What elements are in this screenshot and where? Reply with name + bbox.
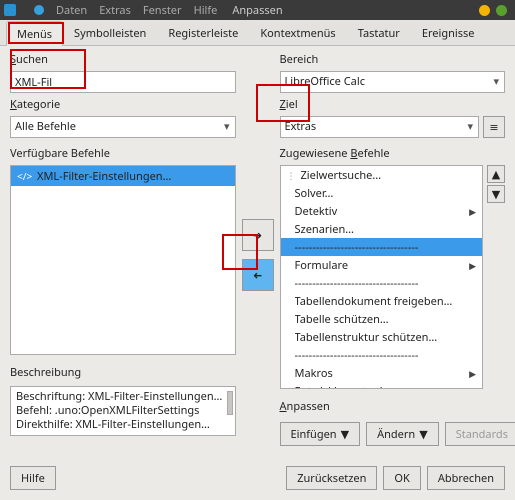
assigned-label: Zugewiesene Befehle xyxy=(280,146,506,161)
remove-arrow-button[interactable]: ➜ xyxy=(242,259,274,291)
move-down-button[interactable]: ▼ xyxy=(487,185,505,203)
chevron-right-icon: ▶ xyxy=(469,259,476,272)
assigned-item[interactable]: Solver… xyxy=(281,184,483,202)
available-command-item[interactable]: </> XML-Filter-Einstellungen… xyxy=(11,166,235,186)
chevron-down-icon: ▼ xyxy=(341,427,349,442)
desc-line: Direkthilfe: XML-Filter-Einstellungen… xyxy=(16,418,230,432)
window-maximize-icon[interactable] xyxy=(496,5,507,16)
description-box: Beschriftung: XML-Filter-Einstellungen… … xyxy=(10,386,236,436)
customize-dialog: Menüs Symbolleisten Registerleiste Konte… xyxy=(0,20,515,500)
app-menubar: Daten Extras Fenster Hilfe Anpassen xyxy=(0,0,515,20)
transfer-buttons: ➜ ➜ xyxy=(242,52,274,458)
assigned-separator[interactable]: ----------------------------------- xyxy=(281,346,483,364)
assigned-item[interactable]: Tabelle schützen… xyxy=(281,310,483,328)
chevron-right-icon: ▶ xyxy=(469,205,476,218)
hamburger-icon: ≡ xyxy=(489,120,498,135)
desc-line: Beschriftung: XML-Filter-Einstellungen… xyxy=(16,390,230,404)
tab-bar: Menüs Symbolleisten Registerleiste Konte… xyxy=(0,20,515,46)
menu-daten[interactable]: Daten xyxy=(56,3,87,18)
assigned-item[interactable]: ⋮Zielwertsuche… xyxy=(281,166,483,184)
tab-menus[interactable]: Menüs xyxy=(6,21,63,46)
arrow-right-icon: ➜ xyxy=(253,228,262,243)
menu-extras[interactable]: Extras xyxy=(99,3,131,18)
scope-select[interactable]: LibreOffice Calc xyxy=(280,71,506,93)
assigned-item[interactable]: Tabellendokument freigeben… xyxy=(281,292,483,310)
description-label: Beschreibung xyxy=(10,365,236,380)
tab-keyboard[interactable]: Tastatur xyxy=(347,20,411,45)
app-dot xyxy=(34,5,44,15)
desc-line: Befehl: .uno:OpenXMLFilterSettings xyxy=(16,404,230,418)
modify-button[interactable]: Ändern ▼ xyxy=(366,422,439,446)
category-label: Kategorie xyxy=(10,97,236,112)
help-button[interactable]: Hilfe xyxy=(10,466,56,490)
right-panel: Bereich LibreOffice Calc Ziel Extras ≡ Z… xyxy=(280,52,506,458)
search-label: Suchen xyxy=(10,52,236,67)
tab-notebookbar[interactable]: Registerleiste xyxy=(157,20,249,45)
arrow-up-icon: ▲ xyxy=(492,167,500,182)
assigned-item[interactable]: Szenarien… xyxy=(281,220,483,238)
tab-contextmenus[interactable]: Kontextmenüs xyxy=(249,20,346,45)
assigned-item[interactable]: Makros▶ xyxy=(281,364,483,382)
target-label: Ziel xyxy=(280,97,506,112)
search-input[interactable] xyxy=(10,71,236,93)
customize-label: Anpassen xyxy=(280,399,506,414)
add-arrow-button[interactable]: ➜ xyxy=(242,219,274,251)
assigned-separator[interactable]: ----------------------------------- xyxy=(281,238,483,256)
scope-label: Bereich xyxy=(280,52,506,67)
tab-events[interactable]: Ereignisse xyxy=(411,20,486,45)
drag-dots-icon: ⋮ xyxy=(287,169,293,182)
arrow-down-icon: ▼ xyxy=(492,187,500,202)
assigned-item[interactable]: Tabellenstruktur schützen… xyxy=(281,328,483,346)
available-command-label: XML-Filter-Einstellungen… xyxy=(37,169,171,184)
available-label: Verfügbare Befehle xyxy=(10,146,236,161)
tab-toolbars[interactable]: Symbolleisten xyxy=(63,20,157,45)
available-commands-list[interactable]: </> XML-Filter-Einstellungen… xyxy=(10,165,236,355)
category-select[interactable]: Alle Befehle xyxy=(10,116,236,138)
assigned-commands-list[interactable]: ⋮Zielwertsuche… Solver… Detektiv▶ Szenar… xyxy=(280,165,484,389)
insert-button[interactable]: Einfügen ▼ xyxy=(280,422,361,446)
cancel-button[interactable]: Abbrechen xyxy=(427,466,505,490)
scrollbar[interactable] xyxy=(227,391,233,415)
code-icon: </> xyxy=(17,169,31,183)
chevron-down-icon: ▼ xyxy=(419,427,427,442)
target-select[interactable]: Extras xyxy=(280,116,480,138)
arrow-left-icon: ➜ xyxy=(253,268,262,283)
window-minimize-icon[interactable] xyxy=(479,5,490,16)
left-panel: Suchen Kategorie Alle Befehle Verfügbare… xyxy=(10,52,236,458)
assigned-item[interactable]: Detektiv▶ xyxy=(281,202,483,220)
assigned-item[interactable]: Entwicklungstools xyxy=(281,382,483,389)
menu-hilfe[interactable]: Hilfe xyxy=(194,3,218,18)
chevron-right-icon: ▶ xyxy=(469,367,476,380)
window-title: Anpassen xyxy=(232,3,282,18)
reset-button[interactable]: Zurücksetzen xyxy=(286,466,377,490)
defaults-button[interactable]: Standards xyxy=(445,422,515,446)
target-menu-button[interactable]: ≡ xyxy=(483,116,505,138)
ok-button[interactable]: OK xyxy=(383,466,420,490)
menu-fenster[interactable]: Fenster xyxy=(143,3,182,18)
dialog-footer: Hilfe Zurücksetzen OK Abbrechen xyxy=(0,458,515,500)
assigned-separator[interactable]: ----------------------------------- xyxy=(281,274,483,292)
app-icon xyxy=(4,4,16,16)
assigned-item[interactable]: Formulare▶ xyxy=(281,256,483,274)
move-up-button[interactable]: ▲ xyxy=(487,165,505,183)
